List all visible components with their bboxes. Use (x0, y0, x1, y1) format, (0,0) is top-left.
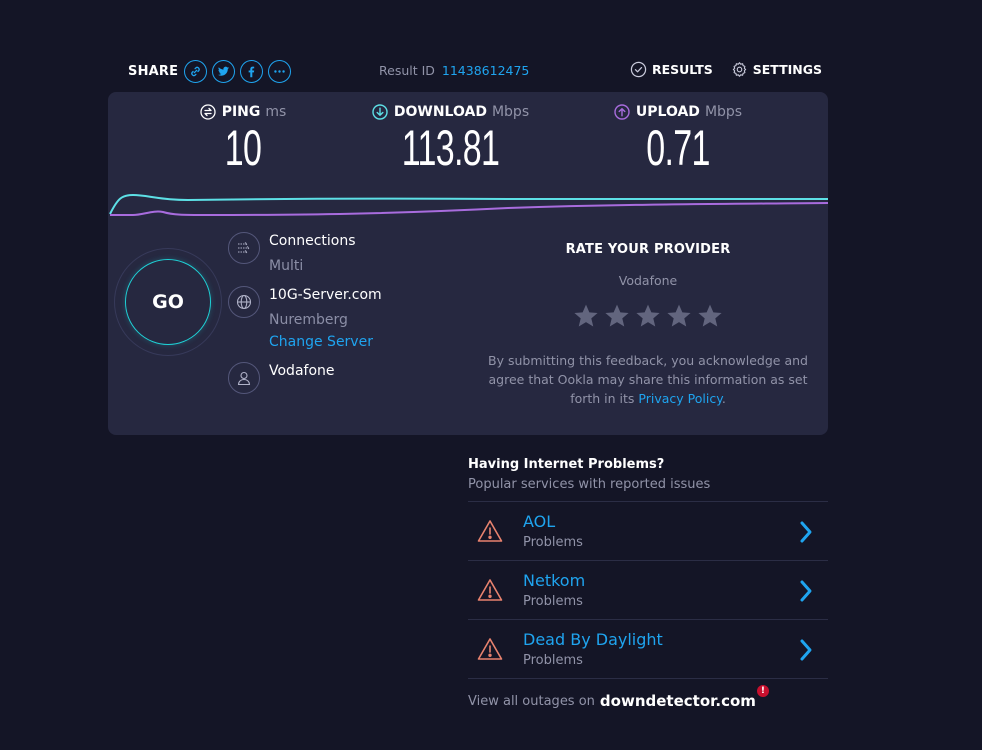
problems-subtitle: Popular services with reported issues (468, 477, 711, 492)
upload-label: UPLOAD (635, 104, 700, 120)
download-value: 113.81 (401, 120, 500, 176)
privacy-policy-link[interactable]: Privacy Policy (638, 391, 721, 406)
upload-arrow-icon (614, 104, 630, 120)
star-4-icon[interactable] (666, 303, 692, 329)
share-group: SHARE (128, 58, 296, 84)
problem-item-netkom[interactable]: Netkom Problems (468, 561, 828, 620)
star-3-icon[interactable] (635, 303, 661, 329)
star-5-icon[interactable] (697, 303, 723, 329)
feedback-note-end: . (721, 391, 726, 406)
downdetector-footer: View all outages on downdetector.com ! (468, 685, 828, 710)
server-location: Nuremberg (269, 312, 348, 328)
rate-title: RATE YOUR PROVIDER (565, 242, 731, 257)
gear-icon (732, 62, 746, 77)
downdetector-brand: downdetector.com (599, 692, 756, 710)
globe-icon-wrap (228, 286, 260, 318)
result-id-link[interactable]: 11438612475 (442, 63, 529, 78)
results-button[interactable]: RESULTS (630, 61, 713, 78)
share-facebook-button[interactable] (240, 59, 264, 83)
chevron-right-icon (800, 580, 812, 602)
upload-unit: Mbps (704, 104, 743, 120)
results-label: RESULTS (651, 62, 713, 77)
result-id: Result ID 11438612475 (379, 63, 529, 78)
top-bar: SHARE Result ID 11438612475 RESULTS SETT… (128, 58, 828, 84)
star-2-icon[interactable] (604, 303, 630, 329)
rate-provider-name: Vodafone (618, 273, 678, 288)
problem-item-aol[interactable]: AOL Problems (468, 502, 828, 561)
ping-icon (200, 104, 216, 120)
problem-status: Problems (523, 535, 583, 550)
server-info: 10G-Server.com Nuremberg Change Server (228, 286, 382, 351)
settings-button[interactable]: SETTINGS (731, 61, 822, 78)
link-icon (191, 66, 200, 76)
check-circle-icon (630, 61, 647, 78)
connections-icon (238, 242, 250, 254)
top-nav: RESULTS SETTINGS (612, 61, 822, 78)
change-server-link[interactable]: Change Server (269, 333, 382, 351)
chevron-right-icon (800, 639, 812, 661)
star-1-icon[interactable] (573, 303, 599, 329)
upload-value: 0.71 (646, 120, 710, 176)
feedback-note: By submitting this feedback, you acknowl… (488, 351, 808, 408)
warning-icon (477, 638, 503, 660)
problem-status: Problems (523, 653, 583, 668)
speed-graph (109, 193, 828, 217)
provider-info: Vodafone (228, 362, 335, 394)
twitter-icon (218, 66, 230, 76)
share-more-button[interactable] (268, 59, 292, 83)
connections-label: Connections (269, 233, 356, 249)
problem-status: Problems (523, 594, 583, 609)
download-unit: Mbps (491, 104, 530, 120)
globe-icon (236, 294, 252, 310)
download-label: DOWNLOAD (393, 104, 487, 120)
user-icon-wrap (228, 362, 260, 394)
ping-unit: ms (265, 104, 287, 120)
share-link-button[interactable] (184, 59, 208, 83)
downdetector-link[interactable]: downdetector.com ! (599, 685, 769, 710)
warning-icon (477, 579, 503, 601)
problem-name: AOL (523, 512, 556, 531)
ping-value: 10 (224, 120, 262, 176)
ping-metric: PING ms 10 (178, 104, 308, 176)
chevron-right-icon (800, 521, 812, 543)
go-ring: GO (114, 248, 222, 356)
upload-metric: UPLOAD Mbps 0.71 (598, 104, 758, 176)
rate-provider-panel: RATE YOUR PROVIDER Vodafone By submittin… (488, 242, 808, 408)
problem-name: Dead By Daylight (523, 630, 663, 649)
facebook-icon (248, 66, 255, 77)
result-id-label: Result ID (379, 63, 435, 78)
upload-speed-line (110, 202, 828, 217)
alert-badge-icon: ! (756, 685, 769, 697)
downdetector-text: View all outages on (468, 693, 595, 709)
download-metric: DOWNLOAD Mbps 113.81 (358, 104, 543, 176)
share-twitter-button[interactable] (212, 59, 236, 83)
warning-icon (477, 520, 503, 542)
problems-title: Having Internet Problems? (468, 457, 665, 472)
download-arrow-icon (372, 104, 388, 120)
connections-icon-wrap (228, 232, 260, 264)
server-name: 10G-Server.com (269, 287, 382, 303)
connections-info: Connections Multi (228, 232, 356, 275)
share-label: SHARE (128, 63, 179, 79)
result-card: PING ms 10 DOWNLOAD Mbps 113.81 UPLOAD M… (108, 92, 828, 435)
connections-value: Multi (269, 258, 304, 274)
internet-problems-section: Having Internet Problems? Popular servic… (468, 457, 828, 710)
user-icon (237, 371, 251, 386)
problems-list: AOL Problems Netkom Problems Dead By Day… (468, 501, 828, 679)
problem-item-dead-by-daylight[interactable]: Dead By Daylight Problems (468, 620, 828, 679)
provider-name: Vodafone (269, 363, 335, 379)
problem-name: Netkom (523, 571, 586, 590)
go-button[interactable]: GO (125, 259, 211, 345)
star-rating (488, 303, 808, 329)
settings-label: SETTINGS (752, 62, 822, 77)
ping-label: PING (221, 104, 261, 120)
more-icon (274, 69, 285, 73)
